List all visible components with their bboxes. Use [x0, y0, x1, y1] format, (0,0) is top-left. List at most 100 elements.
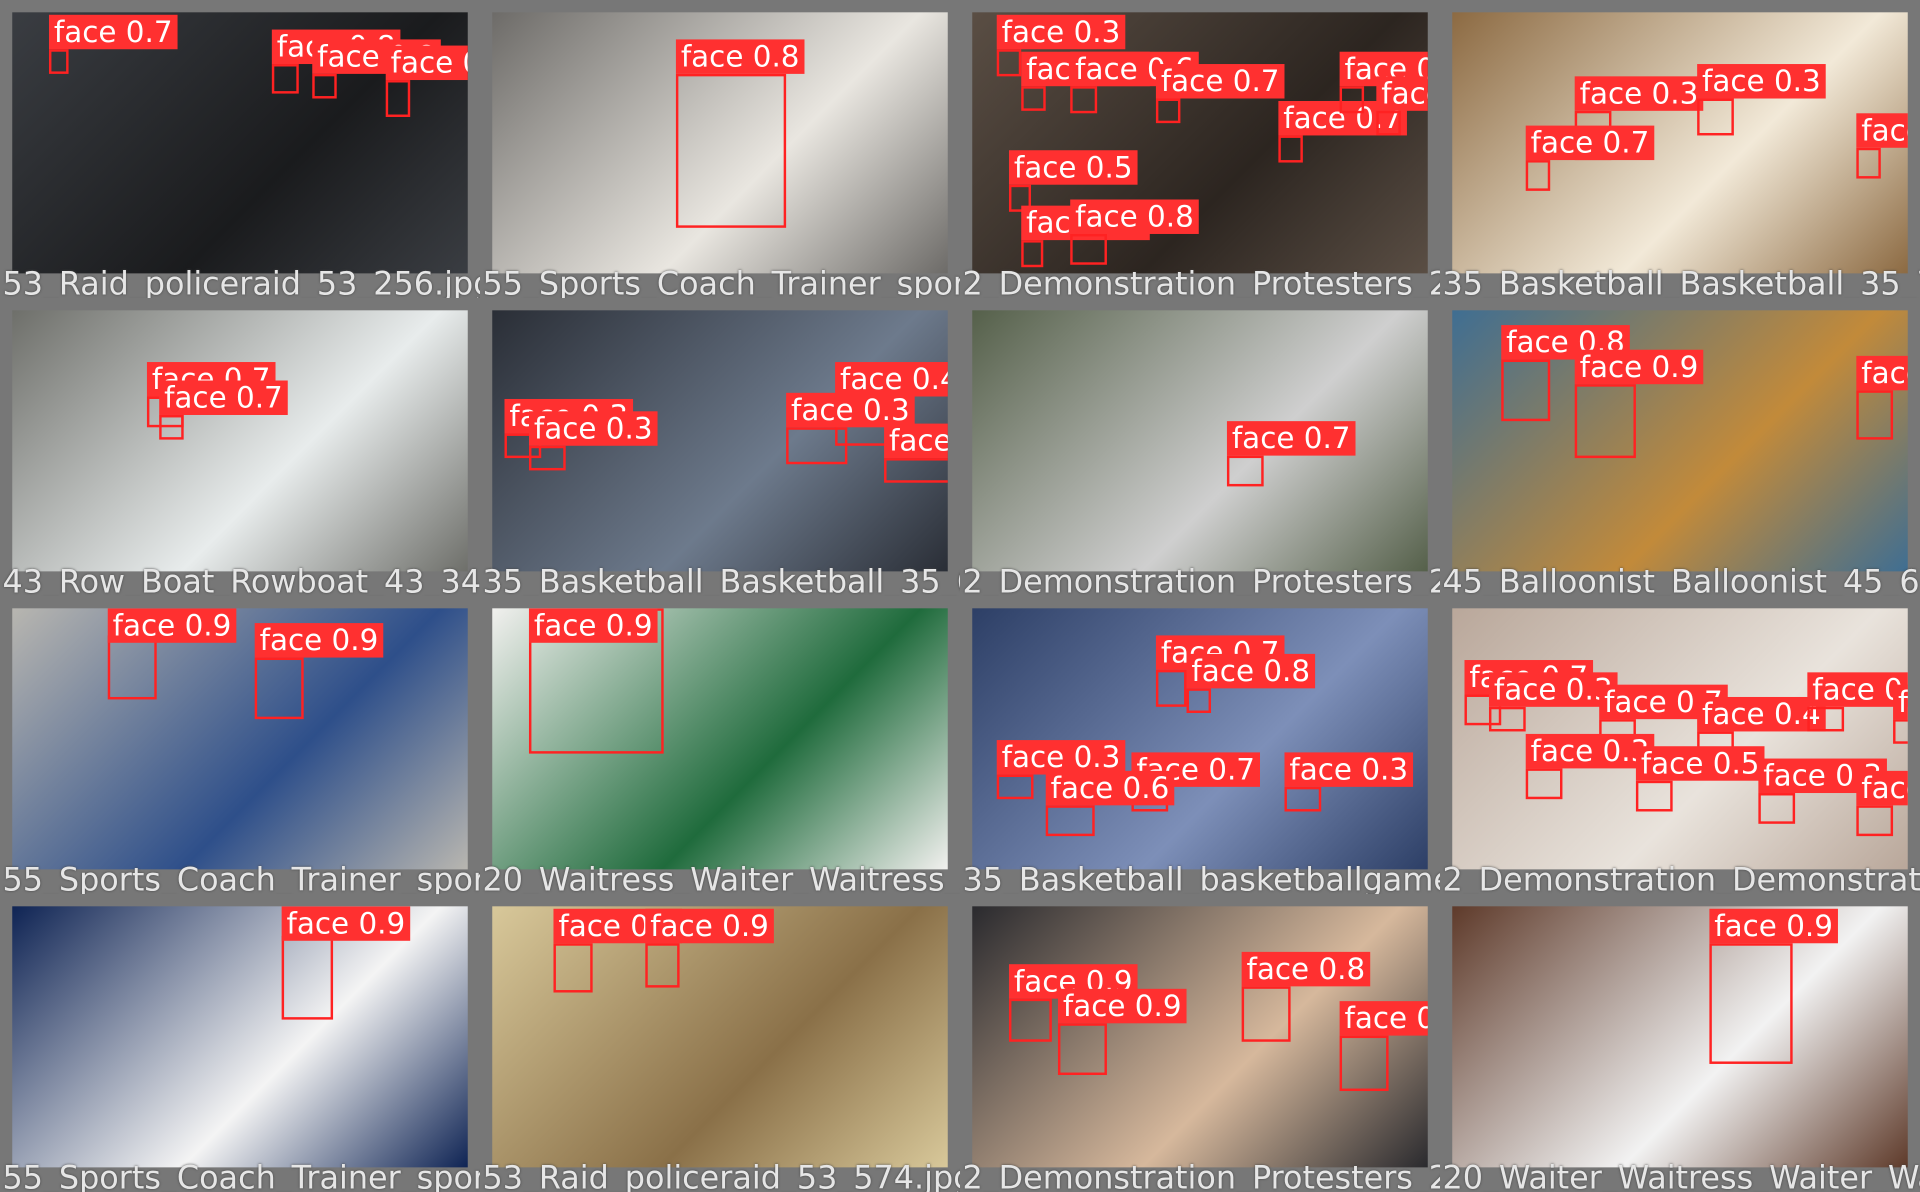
face-bounding-box	[1525, 768, 1563, 800]
photo-thumbnail: face 0.4face 0.3face 0.3face 0.3face 0.4	[492, 310, 948, 572]
detection-label: face 0.3	[1697, 64, 1826, 99]
face-bounding-box	[528, 445, 566, 471]
image-filename-caption: 35_Basketball_Basketball_35_664.jpg	[482, 563, 960, 596]
photo-thumbnail: face 0.9 face 0.9	[492, 906, 948, 1168]
face-bounding-box	[1697, 98, 1734, 136]
detection-label: face 0.8	[1856, 355, 1908, 391]
face-bounding-box	[1525, 160, 1551, 191]
detection-label: face 0.8	[1241, 951, 1371, 987]
detection-label: face 0.9	[281, 906, 411, 941]
image-filename-caption: 45_Balloonist_Balloonist_45_615.jpg	[1442, 563, 1920, 596]
face-bounding-box	[1856, 390, 1894, 440]
face-bounding-box	[1186, 688, 1212, 713]
detection-label: face 0.5	[1008, 150, 1138, 185]
photo-thumbnail: face 0.3face 0.7face 0.6face 0.7face 0.5…	[972, 12, 1428, 274]
detection-tile: face 0.9 55_Sports_Coach_Trainer_sportcoa…	[0, 893, 480, 1192]
detection-label: face 0.8	[1070, 199, 1199, 234]
detection-label: face 0.9	[1057, 988, 1187, 1024]
detection-tile: face 0.3face 0.7face 0.6face 0.7face 0.5…	[960, 0, 1440, 298]
detection-label: face 0.4	[835, 362, 948, 397]
detection-label: face 0.3	[1284, 752, 1413, 787]
detection-label: face 0.3	[996, 740, 1126, 775]
face-bounding-box	[1635, 780, 1673, 812]
detection-label: face 0.7	[1155, 64, 1285, 99]
detection-tile: face 0.3face 0.7face 0.3face 0.3face35_B…	[1440, 0, 1920, 298]
detection-label: face 0.4	[1697, 696, 1826, 732]
detection-grid: face 0.7face 0.8face 0.8face 0.653_Raid_…	[0, 0, 1920, 1192]
detection-label: face 0.9	[1709, 908, 1838, 944]
detection-label: face 0.9	[107, 608, 237, 643]
detection-label: face 0.9	[254, 623, 384, 658]
photo-thumbnail: face 0.9	[492, 608, 948, 870]
image-filename-caption: 35_Basketball_Basketball_35_754	[1442, 265, 1920, 298]
detection-tile: face 0.8face 0.9face 0.845_Balloonist_Ba…	[1440, 298, 1920, 596]
face-bounding-box	[159, 414, 184, 440]
detection-label: face 0.8	[1186, 653, 1316, 689]
image-filename-caption: 20_Waiter_Waitress_Waiter_Waitress	[1442, 1159, 1920, 1192]
detection-label: face 0.3	[528, 411, 658, 446]
detection-label: face 0.5	[1635, 746, 1765, 781]
image-filename-caption: 2_Demonstration_Protesters_2_584.jpg	[962, 563, 1440, 596]
face-bounding-box	[884, 458, 948, 483]
image-filename-caption: 2_Demonstration_Protesters_2_258.jpg	[962, 1159, 1440, 1192]
detection-label: face 0.8	[675, 39, 805, 74]
detection-label: face 0.7	[1525, 125, 1655, 161]
face-bounding-box	[1155, 98, 1181, 124]
image-filename-caption: 2_Demonstration_Demonstrators	[1442, 861, 1920, 894]
detection-label: face 0.9	[645, 908, 774, 944]
image-filename-caption: 55_Sports_Coach_Trainer_sportcoaching_55	[2, 1159, 480, 1192]
face-bounding-box	[1709, 943, 1793, 1064]
face-bounding-box	[996, 49, 1022, 77]
face-bounding-box	[254, 657, 304, 720]
image-filename-caption: 20_Waitress_Waiter_Waitress_20	[482, 861, 960, 894]
face-bounding-box	[786, 427, 848, 465]
face-bounding-box	[1339, 86, 1365, 114]
photo-thumbnail: face 0.7face 0.3face 0.7face 0.4face 0.3…	[1452, 608, 1908, 870]
face-bounding-box	[1008, 998, 1052, 1042]
photo-thumbnail: face 0.9face 0.9face 0.8face 0.9	[972, 906, 1428, 1168]
face-bounding-box	[996, 774, 1034, 800]
face-bounding-box	[1376, 110, 1401, 136]
face-bounding-box	[385, 80, 411, 117]
image-filename-caption: 53_Raid_policeraid_53_256.jpg	[2, 265, 480, 298]
detection-label: face 0.3	[1574, 76, 1704, 111]
image-filename-caption: 35_Basketball_basketballgame_ball_35_266	[962, 861, 1440, 894]
detection-tile: face 0.7 face 0.7 43_Row_Boat_Rowboat_43_3…	[0, 298, 480, 596]
detection-label: face 0.7	[1226, 421, 1356, 456]
detection-label: face 0.7	[159, 380, 288, 415]
detection-label: face 0.7	[1856, 770, 1908, 806]
face-bounding-box	[1226, 455, 1264, 487]
detection-tile: face 0.4face 0.3face 0.3face 0.3face 0.4…	[480, 298, 960, 596]
face-bounding-box	[645, 943, 680, 988]
photo-thumbnail: face 0.7 face 0.8 face 0.3 face 0.7 face 0.3…	[972, 608, 1428, 870]
face-bounding-box	[1284, 786, 1322, 812]
detection-label: face 0.3	[1376, 76, 1428, 111]
photo-thumbnail: face 0.8face 0.9face 0.8	[1452, 310, 1908, 572]
face-bounding-box	[312, 73, 337, 99]
face-bounding-box	[281, 935, 334, 1020]
detection-tile: face 0.9 20_Waitress_Waiter_Waitress_20	[480, 596, 960, 894]
face-bounding-box	[1021, 86, 1046, 111]
detection-label: face 0.4	[1893, 684, 1908, 720]
detection-label: face 0.9	[1339, 1001, 1428, 1036]
face-bounding-box	[1856, 147, 1881, 179]
face-bounding-box	[1070, 233, 1107, 265]
detection-label: face 0.3	[1525, 733, 1655, 769]
face-bounding-box	[1057, 1023, 1107, 1076]
image-filename-caption: 2_Demonstration_Protesters_2_223.jpg	[962, 265, 1440, 298]
detection-tile: face 0.7face 0.3face 0.7face 0.4face 0.3…	[1440, 596, 1920, 894]
photo-thumbnail: face 0.7	[972, 310, 1428, 572]
face-bounding-box	[1339, 1035, 1389, 1092]
detection-tile: face 0.8 55_Sports_Coach_Trainer_sportcoa…	[480, 0, 960, 298]
photo-thumbnail: face 0.9	[1452, 906, 1908, 1168]
face-bounding-box	[553, 943, 593, 993]
photo-thumbnail: face 0.3face 0.7face 0.3face 0.3face	[1452, 12, 1908, 274]
image-filename-caption: 43_Row_Boat_Rowboat_43_341.jpg	[2, 563, 480, 596]
face-bounding-box	[1807, 706, 1845, 732]
detection-label: face 0.4	[884, 423, 948, 459]
face-bounding-box	[107, 635, 157, 700]
face-bounding-box	[1278, 135, 1303, 163]
image-filename-caption: 55_Sports_Coach_Trainer_sportcoaching_55	[2, 861, 480, 894]
detection-tile: face 0.9 20_Waiter_Waitress_Waiter_Waitre…	[1440, 893, 1920, 1192]
image-filename-caption: 55_Sports_Coach_Trainer_sportcoaching_55	[482, 265, 960, 298]
